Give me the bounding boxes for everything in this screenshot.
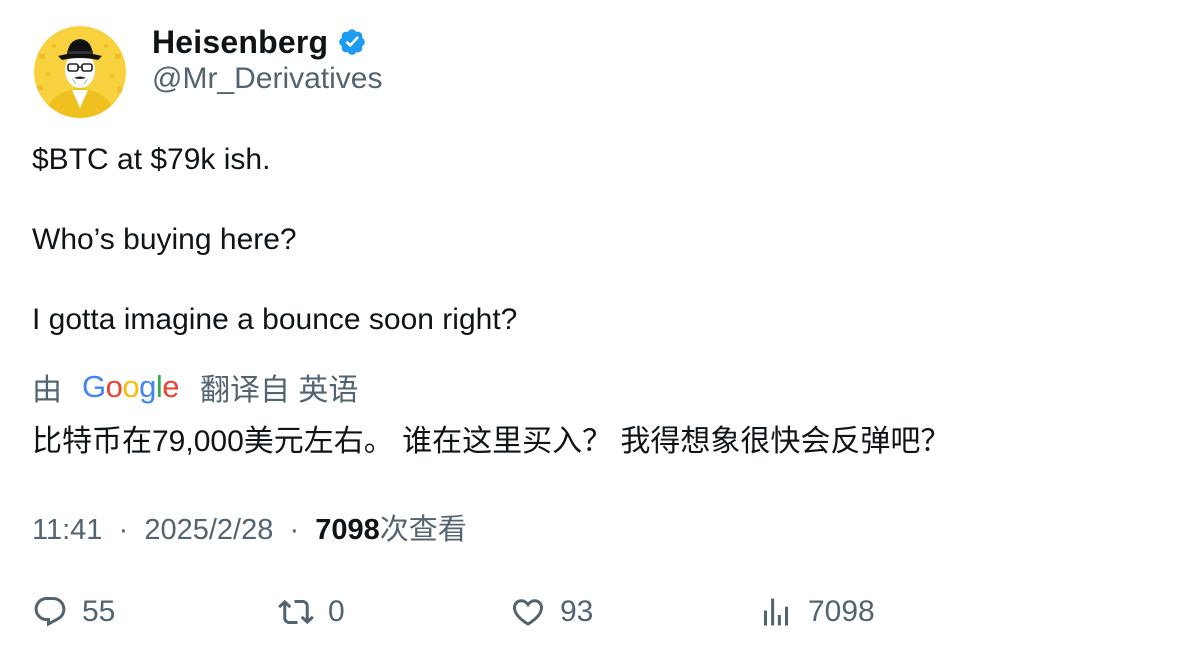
like-count: 93 xyxy=(560,595,594,628)
google-logo-icon: Google xyxy=(82,369,180,404)
heart-icon xyxy=(512,599,544,626)
translated-text: 比特币在79,000美元左右。 谁在这里买入？ 我得想象很快会反弹吧？ xyxy=(32,425,951,458)
retweet-count: 0 xyxy=(328,595,345,628)
views-button[interactable]: 7098 xyxy=(758,592,875,632)
heisenberg-avatar-icon xyxy=(34,26,126,118)
tweet-meta: 11:41 · 2025/2/28 · 7098次查看 xyxy=(32,506,467,548)
retweet-button[interactable]: 0 xyxy=(278,592,345,632)
views-bar-chart-icon xyxy=(764,598,788,626)
retweet-icon xyxy=(278,599,314,625)
like-button[interactable]: 93 xyxy=(510,592,593,632)
svg-text:Google: Google xyxy=(82,370,179,404)
views-action-count: 7098 xyxy=(808,595,875,628)
avatar[interactable] xyxy=(34,26,126,118)
meta-separator: · xyxy=(110,514,137,546)
reply-button[interactable]: 55 xyxy=(32,592,115,632)
meta-separator-2: · xyxy=(281,514,308,546)
views-count: 7098 xyxy=(315,514,380,546)
author-name-row: Heisenberg xyxy=(152,22,367,62)
reply-icon xyxy=(34,597,66,627)
tweet-text-line-2: Who’s buying here? xyxy=(32,223,297,256)
translation-prefix: 由 xyxy=(32,374,62,407)
views-label: 次查看 xyxy=(379,514,467,546)
reply-count: 55 xyxy=(82,595,116,628)
display-name[interactable]: Heisenberg xyxy=(152,24,328,61)
translation-label: 翻译自 英语 xyxy=(200,374,359,407)
author-handle[interactable]: @Mr_Derivatives xyxy=(152,62,383,96)
translation-attribution[interactable]: 由 Google 翻译自 英语 xyxy=(32,367,358,407)
tweet-text-line-3: I gotta imagine a bounce soon right? xyxy=(32,303,518,336)
tweet-date[interactable]: 2025/2/28 xyxy=(144,514,273,546)
tweet-text-line-1: $BTC at $79k ish. xyxy=(32,143,271,176)
tweet-time[interactable]: 11:41 xyxy=(32,514,102,546)
verified-badge-icon[interactable] xyxy=(337,27,367,57)
